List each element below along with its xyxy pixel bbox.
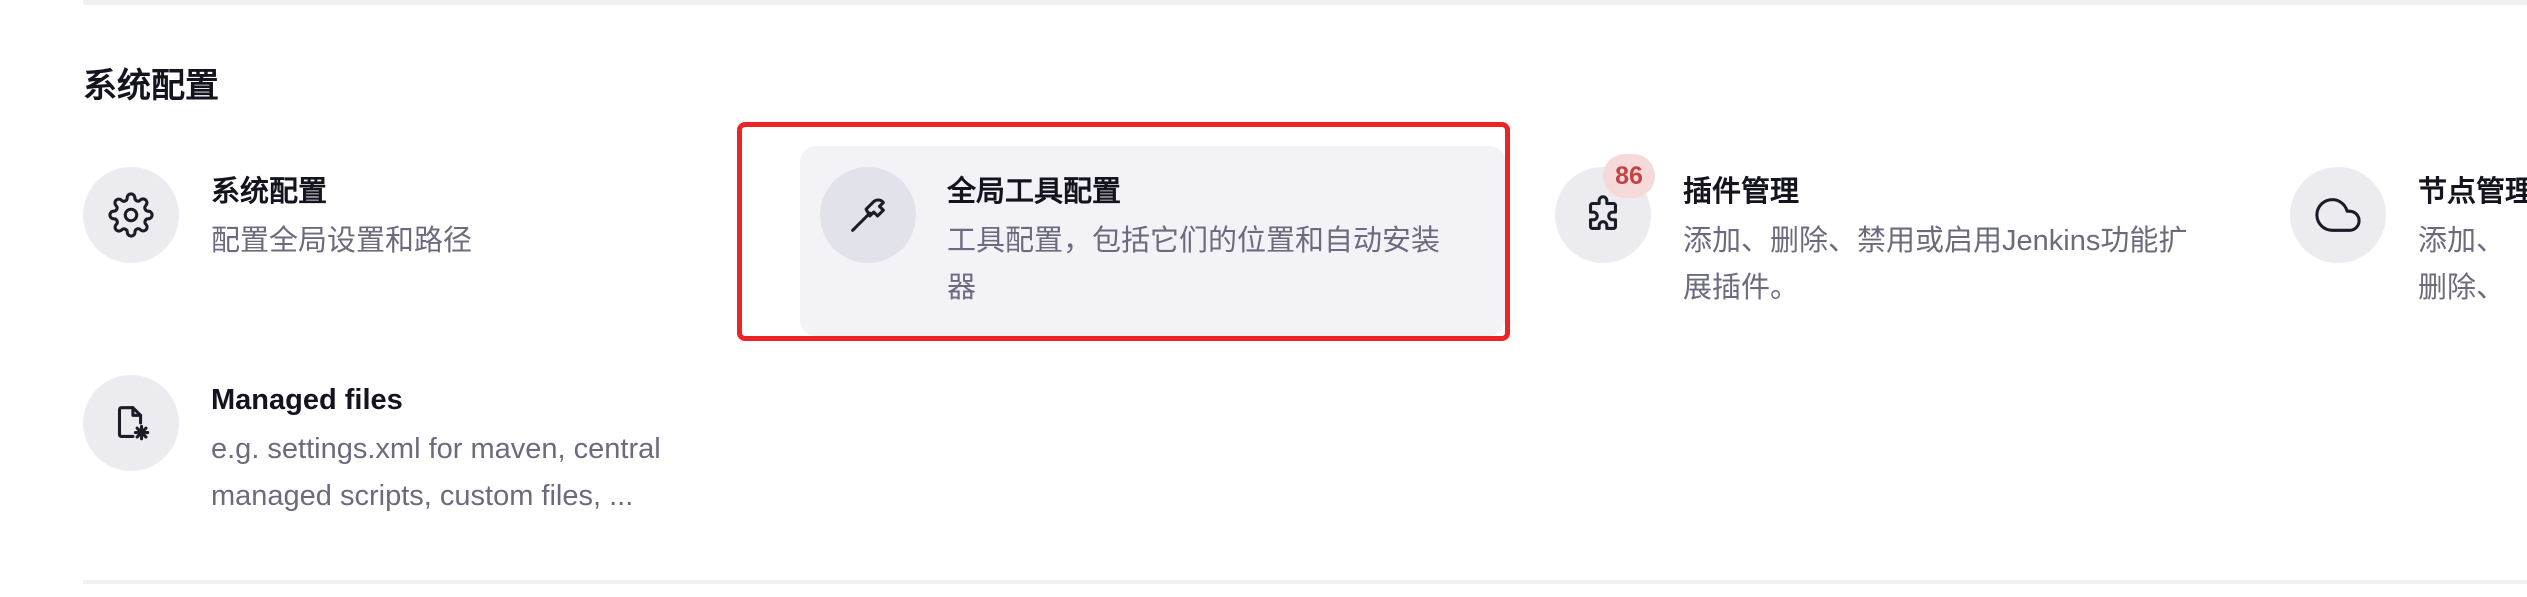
bottom-divider — [83, 580, 2527, 584]
cloud-icon — [2290, 167, 2386, 263]
update-count-badge: 86 — [1603, 154, 1655, 198]
card-title: 节点管理 — [2418, 176, 2527, 208]
card-title: 插件管理 — [1683, 176, 1800, 208]
card-description: 工具配置，包括它们的位置和自动安装器 — [947, 225, 1441, 304]
card-managed-files[interactable]: Managed files e.g. settings.xml for mave… — [83, 354, 723, 534]
gear-icon — [83, 167, 179, 263]
card-title: 系统配置 — [211, 176, 328, 208]
card-description: 添加、删除、禁用或启用Jenkins功能扩展插件。 — [1683, 225, 2188, 304]
card-description: e.g. settings.xml for maven, central man… — [211, 433, 661, 512]
card-description: 添加、删除、控制和监视系统运行任务的节点。 — [2418, 225, 2506, 304]
file-gear-icon — [83, 375, 179, 471]
card-description: 配置全局设置和路径 — [211, 225, 473, 257]
section-title: 系统配置 — [83, 67, 219, 105]
card-system-config[interactable]: 系统配置 配置全局设置和路径 — [83, 146, 723, 286]
card-global-tool-config[interactable]: 全局工具配置 工具配置，包括它们的位置和自动安装器 — [800, 146, 1505, 336]
card-title: 全局工具配置 — [947, 176, 1122, 208]
hammer-icon — [820, 167, 916, 263]
card-plugin-management[interactable]: 86 插件管理 添加、删除、禁用或启用Jenkins功能扩展插件。 — [1555, 146, 2255, 306]
card-node-management[interactable]: 节点管理 添加、删除、控制和监视系统运行任务的节点。 — [2290, 146, 2527, 306]
card-title: Managed files — [211, 384, 403, 416]
top-divider — [83, 0, 2527, 5]
